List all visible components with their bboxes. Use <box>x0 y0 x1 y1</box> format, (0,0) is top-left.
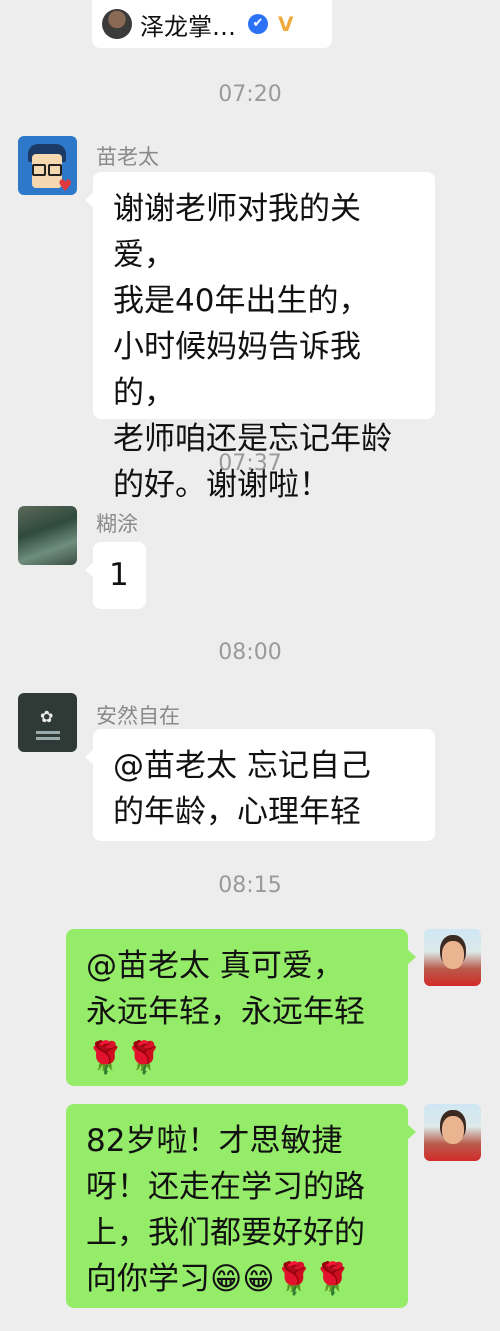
timestamp: 07:37 <box>218 451 282 476</box>
message-bubble-outgoing[interactable]: 82岁啦！才思敏捷 呀！还走在学习的路 上，我们都要好好的 向你学习😁😁🌹🌹 <box>66 1104 416 1308</box>
heart-icon: ♥ <box>58 176 73 195</box>
sender-name: 糊涂 <box>96 512 138 536</box>
butterfly-badge-icon: ᐯ <box>278 12 294 36</box>
sender-avatar-anran[interactable]: ✿ <box>18 693 77 752</box>
timestamp: 08:00 <box>218 640 282 665</box>
self-avatar[interactable] <box>424 1104 481 1161</box>
sender-avatar-hutu[interactable] <box>18 506 77 565</box>
message-bubble[interactable]: 1 <box>85 542 146 609</box>
official-account-avatar[interactable] <box>102 9 132 39</box>
sender-avatar-miao[interactable]: ♥ <box>18 136 77 195</box>
flower-icon: ✿ <box>40 707 54 726</box>
self-avatar[interactable] <box>424 929 481 986</box>
chat-header-card[interactable]: 泽龙掌… ✔ ᐯ <box>92 0 332 48</box>
verified-badge-icon: ✔ <box>248 14 268 34</box>
timestamp: 08:15 <box>218 873 282 898</box>
message-bubble[interactable]: 谢谢老师对我的关爱， 我是40年出生的， 小时候妈妈告诉我的， 老师咱还是忘记年… <box>85 172 435 503</box>
sender-name: 安然自在 <box>96 704 180 728</box>
message-bubble[interactable]: @苗老太 忘记自己 的年龄，心理年轻 <box>85 729 435 841</box>
message-bubble-outgoing[interactable]: @苗老太 真可爱， 永远年轻，永远年轻 🌹🌹 <box>66 929 416 1086</box>
timestamp: 07:20 <box>218 82 282 107</box>
official-account-name[interactable]: 泽龙掌… <box>140 7 236 42</box>
sender-name: 苗老太 <box>96 145 159 169</box>
